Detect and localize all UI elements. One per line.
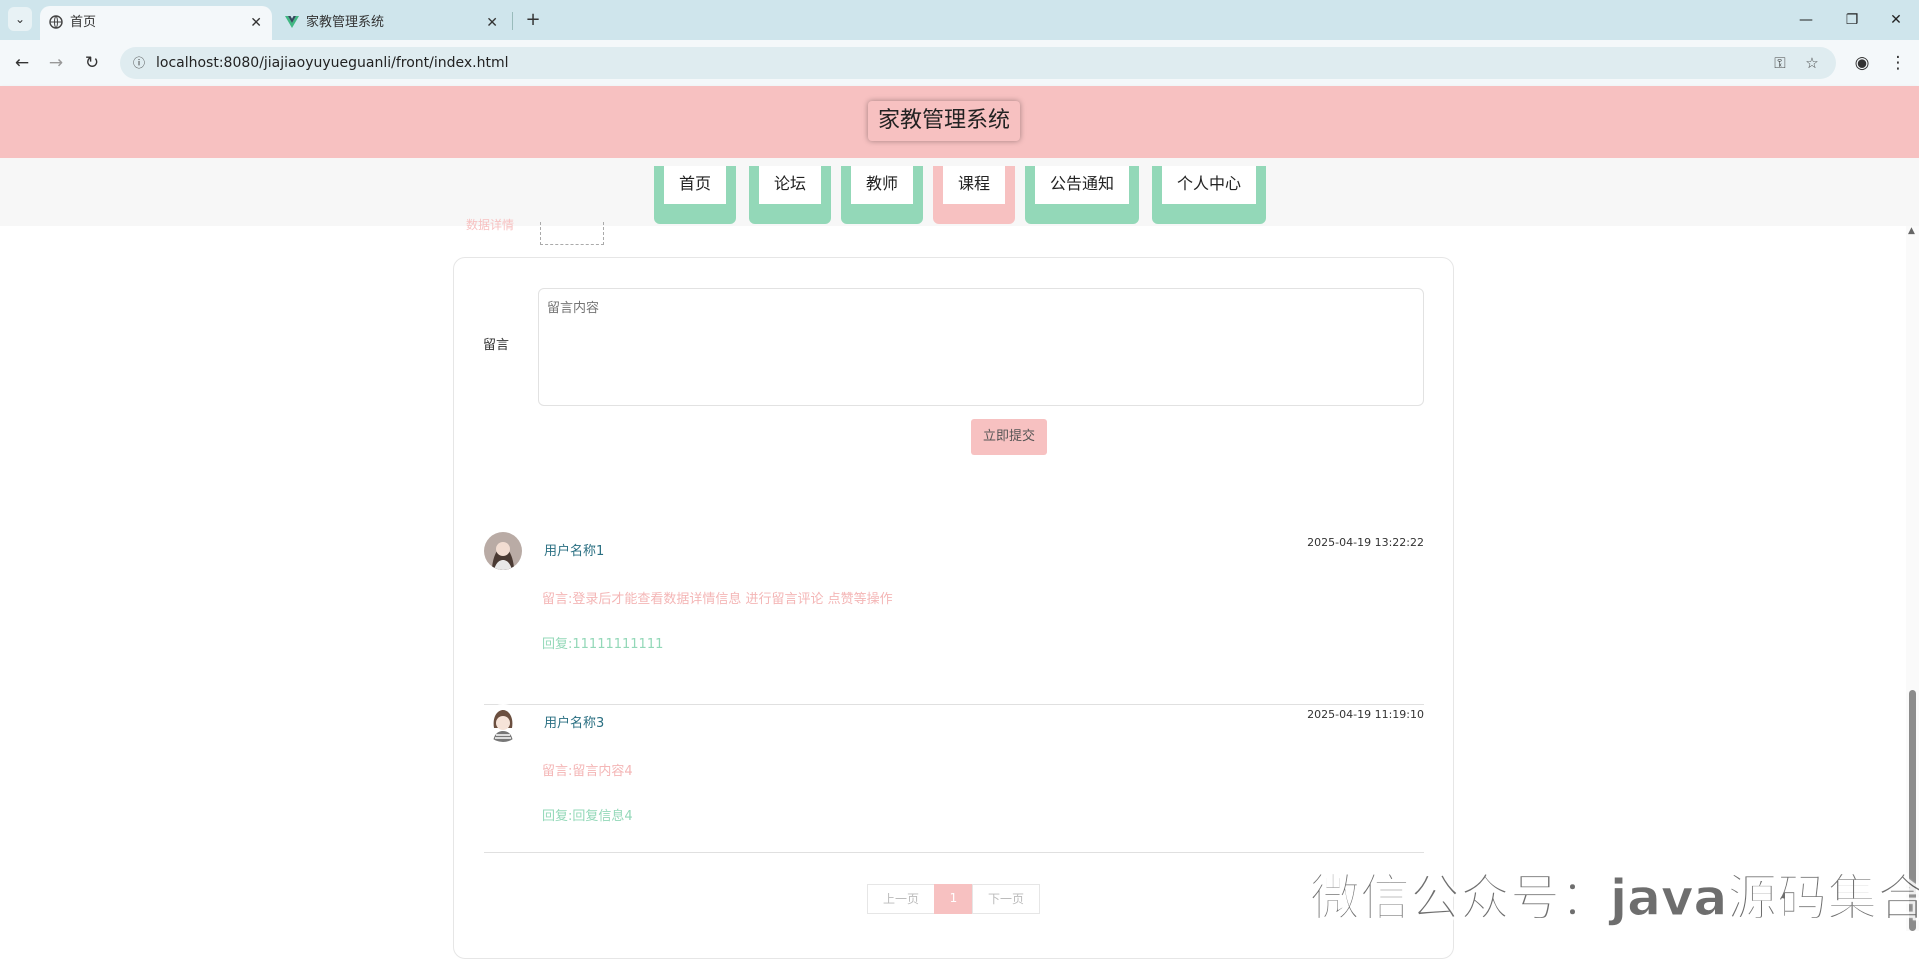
url-field[interactable]: ⓘ localhost:8080/jiajiaoyuyueguanli/fron… (120, 47, 1836, 79)
globe-icon (48, 15, 64, 31)
nav-item-label[interactable]: 教师 (851, 166, 913, 204)
nav-item-courses[interactable]: 课程 (933, 166, 1015, 224)
url-text[interactable]: localhost:8080/jiajiaoyuyueguanli/front/… (156, 47, 509, 79)
site-title: 家教管理系统 (868, 101, 1021, 141)
next-page-button[interactable]: 下一页 (972, 884, 1040, 914)
close-tab-icon[interactable]: ✕ (250, 6, 262, 40)
browser-tab-title: 家教管理系统 (306, 15, 385, 30)
site-info-icon[interactable]: ⓘ (130, 54, 148, 72)
nav-item-notices[interactable]: 公告通知 (1025, 166, 1139, 224)
tab-separator (512, 12, 513, 30)
new-tab-icon[interactable]: + (520, 6, 546, 34)
comment-reply: 回复:回复信息4 (542, 809, 633, 824)
bookmark-star-icon[interactable]: ☆ (1800, 51, 1824, 75)
browser-tab-home[interactable]: 首页 ✕ (40, 6, 272, 40)
watermark-text: 微信公众号：java源码集合 (1309, 869, 1919, 928)
current-page-button[interactable]: 1 (934, 884, 973, 914)
reload-icon[interactable]: ↻ (78, 49, 106, 77)
profile-icon[interactable]: ◉ (1848, 49, 1876, 77)
restore-icon[interactable]: ❐ (1832, 6, 1872, 34)
comment-text: 留言:留言内容4 (542, 764, 633, 779)
browser-address-bar: ← → ↻ ⓘ localhost:8080/jiajiaoyuyueguanl… (0, 40, 1919, 86)
main-nav: 首页 论坛 教师 课程 公告通知 个人中心 (0, 158, 1919, 226)
browser-tab-app[interactable]: 家教管理系统 ✕ (276, 6, 508, 40)
comment-item: 用户名称1 2025-04-19 13:22:22 留言:登录后才能查看数据详情… (484, 532, 1424, 705)
comment-username: 用户名称1 (544, 544, 605, 559)
password-key-icon[interactable]: ⚿ (1768, 51, 1792, 75)
site-header: 家教管理系统 (0, 86, 1919, 158)
nav-item-teachers[interactable]: 教师 (841, 166, 923, 224)
nav-item-label[interactable]: 课程 (943, 166, 1005, 204)
scroll-up-arrow-icon[interactable]: ▲ (1908, 226, 1915, 236)
nav-item-label[interactable]: 论坛 (759, 166, 821, 204)
avatar (484, 704, 522, 742)
nav-item-home[interactable]: 首页 (654, 166, 736, 224)
forward-icon[interactable]: → (42, 49, 70, 77)
nav-item-profile[interactable]: 个人中心 (1152, 166, 1266, 224)
browser-tab-bar: ⌄ 首页 ✕ 家教管理系统 ✕ + — ❐ ✕ (0, 0, 1919, 40)
avatar (484, 532, 522, 570)
comment-text: 留言:登录后才能查看数据详情信息 进行留言评论 点赞等操作 (542, 592, 893, 607)
detail-label: 数据详情 (466, 218, 515, 232)
comment-item: 用户名称3 2025-04-19 11:19:10 留言:留言内容4 回复:回复… (484, 704, 1424, 853)
message-label: 留言 (483, 338, 510, 353)
prev-page-button[interactable]: 上一页 (867, 884, 935, 914)
nav-item-forum[interactable]: 论坛 (749, 166, 831, 224)
nav-item-label[interactable]: 首页 (664, 166, 726, 204)
message-textarea[interactable] (538, 288, 1424, 406)
comment-reply: 回复:11111111111 (542, 637, 664, 652)
back-icon[interactable]: ← (8, 49, 36, 77)
comment-time: 2025-04-19 13:22:22 (1307, 536, 1424, 549)
close-window-icon[interactable]: ✕ (1876, 6, 1916, 34)
minimize-icon[interactable]: — (1786, 6, 1826, 34)
browser-menu-icon[interactable]: ⋮ (1884, 49, 1912, 77)
nav-item-label[interactable]: 个人中心 (1162, 166, 1256, 204)
comment-time: 2025-04-19 11:19:10 (1307, 708, 1424, 721)
vue-logo-icon (284, 15, 300, 31)
browser-tab-title: 首页 (70, 15, 97, 30)
nav-item-label[interactable]: 公告通知 (1035, 166, 1129, 204)
comment-username: 用户名称3 (544, 716, 605, 731)
detail-value-box (540, 222, 604, 245)
tab-search-dropdown-icon[interactable]: ⌄ (8, 7, 32, 31)
close-tab-icon[interactable]: ✕ (486, 6, 498, 40)
submit-button[interactable]: 立即提交 (971, 419, 1047, 455)
